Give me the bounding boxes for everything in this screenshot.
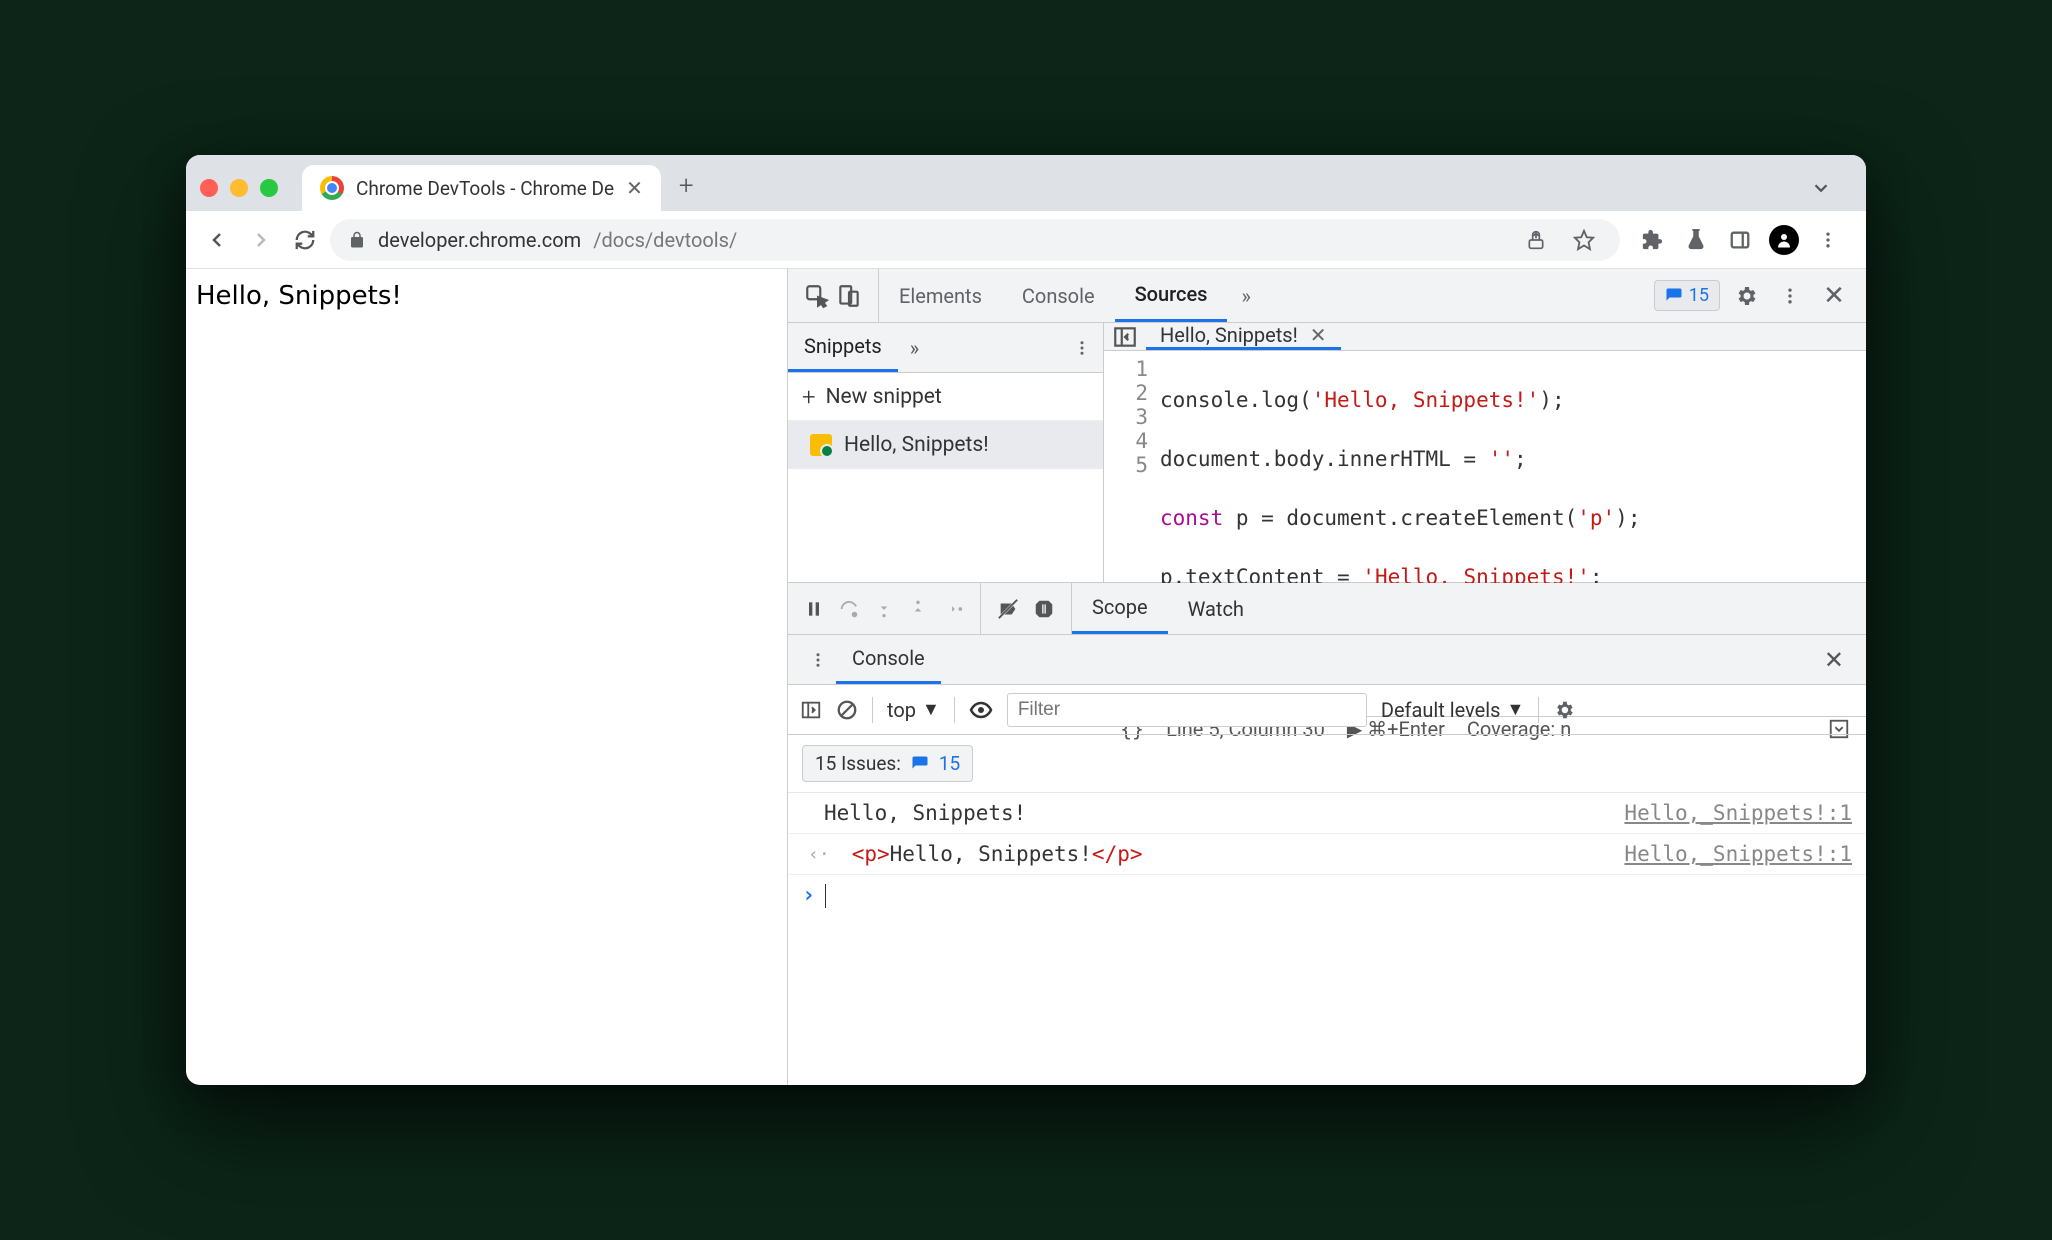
snippets-menu-button[interactable] [1061,339,1103,357]
console-issues-row: 15 Issues: 15 [788,735,1866,793]
browser-tab[interactable]: Chrome DevTools - Chrome De ✕ [302,165,661,211]
console-drawer-tab[interactable]: Console [836,635,941,684]
url-host: developer.chrome.com [378,228,581,252]
more-tabs-button[interactable]: » [1227,284,1264,308]
editor-panel: Hello, Snippets! ✕ 1 2 3 4 5 console.log… [1104,323,1866,582]
snippet-item[interactable]: Hello, Snippets! [788,421,1103,469]
tab-strip: Chrome DevTools - Chrome De ✕ + [186,155,1866,211]
inspect-group [788,269,879,322]
new-tab-button[interactable]: + [679,171,694,201]
devtools-tab-bar: Elements Console Sources » 15 [788,269,1866,323]
toolbar-actions [1626,222,1854,258]
console-settings-icon[interactable] [1553,699,1575,721]
forward-button[interactable] [242,221,280,259]
live-expression-icon[interactable] [969,698,993,722]
page-body-text: Hello, Snippets! [196,281,402,311]
window-close-button[interactable] [200,179,218,197]
window-minimize-button[interactable] [230,179,248,197]
console-prompt[interactable]: › [788,875,1866,916]
sidepanel-icon[interactable] [1722,222,1758,258]
issues-pill[interactable]: 15 Issues: 15 [802,745,973,782]
context-selector[interactable]: top▼ [887,698,940,722]
new-snippet-label: New snippet [826,385,942,409]
snippets-tab[interactable]: Snippets [788,323,898,372]
chrome-favicon-icon [320,176,344,200]
console-drawer-close[interactable]: ✕ [1814,646,1854,674]
step-over-icon[interactable] [838,598,860,620]
lock-icon [348,231,366,249]
console-filter-input[interactable] [1007,693,1367,727]
tab-console[interactable]: Console [1002,269,1115,322]
scope-tab[interactable]: Scope [1072,583,1168,634]
tabs-menu-button[interactable] [1810,177,1832,199]
step-icon[interactable] [942,598,964,620]
settings-gear-icon[interactable] [1728,278,1764,314]
issues-count: 15 [1689,285,1709,306]
bookmark-star-icon[interactable] [1566,222,1602,258]
expand-icon[interactable]: ‹· [808,844,830,865]
console-log-row: Hello, Snippets! Hello,_Snippets!:1 [788,793,1866,834]
profile-avatar[interactable] [1766,222,1802,258]
url-path: /docs/devtools/ [593,228,737,252]
labs-flask-icon[interactable] [1678,222,1714,258]
tab-title: Chrome DevTools - Chrome De [356,177,614,200]
tab-elements[interactable]: Elements [879,269,1002,322]
step-out-icon[interactable] [908,599,928,619]
tab-sources[interactable]: Sources [1115,269,1228,322]
inspect-element-icon[interactable] [804,283,830,309]
console-toolbar: top▼ Default levels▼ [788,685,1866,735]
debugger-bar: Scope Watch [788,583,1866,635]
console-drawer: Console ✕ top▼ Default levels▼ [788,635,1866,1085]
clear-console-icon[interactable] [836,699,858,721]
pause-exceptions-icon[interactable] [1033,598,1055,620]
address-bar[interactable]: developer.chrome.com/docs/devtools/ [330,219,1620,261]
console-sidebar-toggle-icon[interactable] [800,699,822,721]
snippet-name: Hello, Snippets! [844,433,989,457]
new-snippet-button[interactable]: + New snippet [788,373,1103,421]
sources-pane: Snippets » + New snippet Hello, Snippets… [788,323,1866,583]
back-button[interactable] [198,221,236,259]
snippets-more-tabs[interactable]: » [898,336,931,360]
console-log-source[interactable]: Hello,_Snippets!:1 [1624,842,1852,866]
browser-window: Chrome DevTools - Chrome De ✕ + develope… [186,155,1866,1085]
content-area: Hello, Snippets! Elements Console Source… [186,269,1866,1085]
watch-tab[interactable]: Watch [1168,583,1264,634]
window-controls [200,179,278,197]
devtools-close-button[interactable]: ✕ [1816,278,1852,314]
editor-file-name: Hello, Snippets! [1160,323,1298,347]
console-menu-icon[interactable] [800,642,836,678]
snippet-file-icon [810,434,832,456]
reload-button[interactable] [286,221,324,259]
snippets-panel: Snippets » + New snippet Hello, Snippets… [788,323,1104,582]
window-maximize-button[interactable] [260,179,278,197]
console-log-source[interactable]: Hello,_Snippets!:1 [1624,801,1852,825]
editor-file-tab[interactable]: Hello, Snippets! ✕ [1146,323,1341,350]
tab-close-button[interactable]: ✕ [626,176,643,200]
log-levels-selector[interactable]: Default levels▼ [1381,698,1524,722]
console-log-row: ‹· <p>Hello, Snippets!</p> Hello,_Snippe… [788,834,1866,875]
browser-toolbar: developer.chrome.com/docs/devtools/ [186,211,1866,269]
devtools-menu-button[interactable] [1772,278,1808,314]
toggle-navigator-icon[interactable] [1112,324,1138,350]
pause-icon[interactable] [804,599,824,619]
editor-tab-close[interactable]: ✕ [1310,323,1327,347]
deactivate-breakpoints-icon[interactable] [997,598,1019,620]
console-log-text: Hello, Snippets! [824,801,1026,825]
step-into-icon[interactable] [874,599,894,619]
devtools-panel: Elements Console Sources » 15 [788,269,1866,1085]
issues-badge[interactable]: 15 [1654,280,1720,311]
share-icon[interactable] [1518,222,1554,258]
device-toolbar-icon[interactable] [836,283,862,309]
chrome-menu-button[interactable] [1810,222,1846,258]
extensions-icon[interactable] [1634,222,1670,258]
page-viewport: Hello, Snippets! [186,269,788,1085]
